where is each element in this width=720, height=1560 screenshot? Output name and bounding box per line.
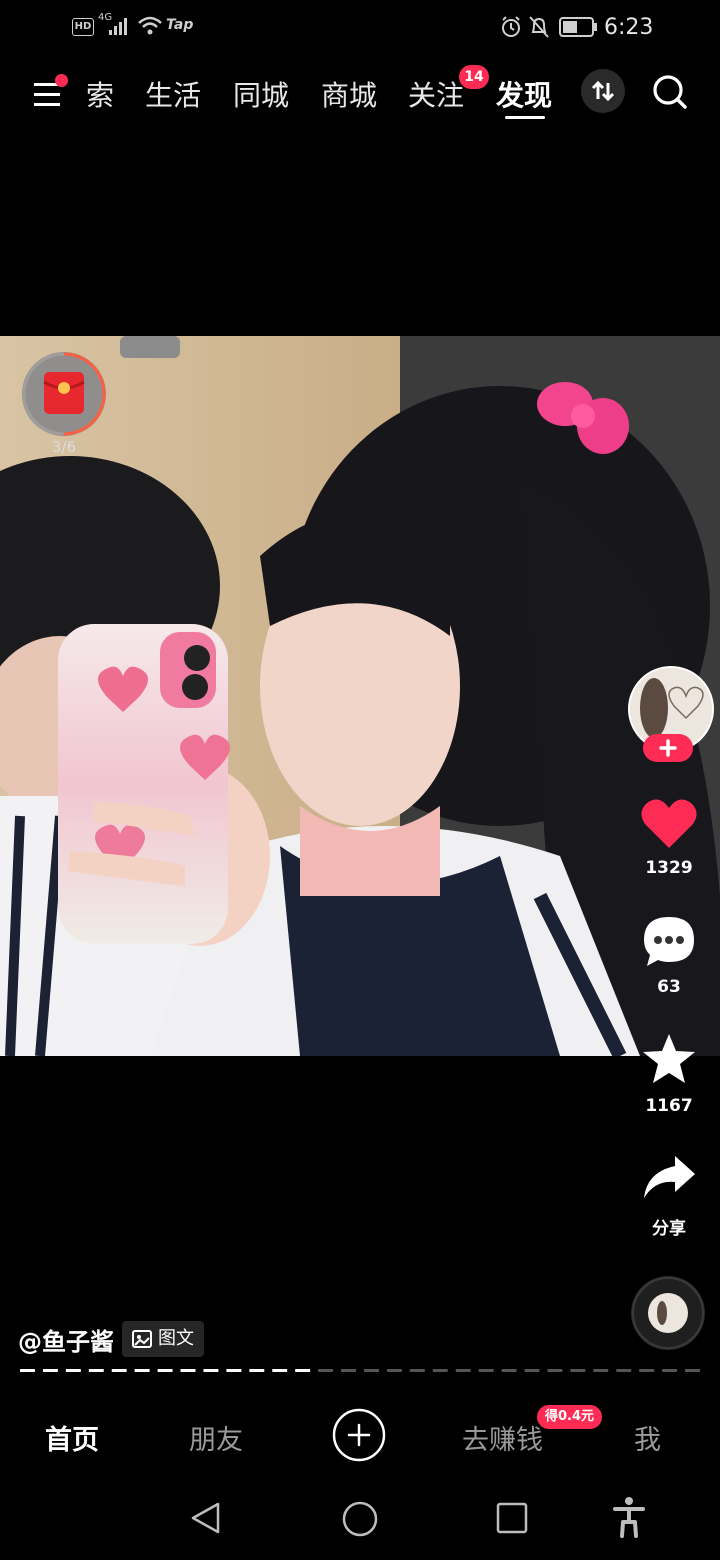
music-disc[interactable] xyxy=(631,1276,705,1350)
hd-icon: HD xyxy=(72,18,94,36)
share-button[interactable] xyxy=(641,1152,697,1204)
back-icon[interactable] xyxy=(188,1500,224,1536)
plus-icon xyxy=(659,739,677,757)
progress-segment xyxy=(409,1369,425,1372)
progress-segment xyxy=(88,1369,104,1372)
recents-icon[interactable] xyxy=(495,1501,529,1535)
tab-life[interactable]: 生活 xyxy=(145,74,201,114)
image-progress-bar xyxy=(20,1369,700,1372)
red-packet-icon xyxy=(43,372,85,414)
accessibility-icon[interactable] xyxy=(612,1496,646,1538)
like-count: 1329 xyxy=(645,858,693,878)
following-badge: 14 xyxy=(459,65,489,89)
system-navigation-bar xyxy=(0,1484,720,1560)
tab-mall[interactable]: 商城 xyxy=(321,74,377,114)
red-packet-count: 3/6 xyxy=(51,438,77,456)
progress-segment xyxy=(20,1369,35,1372)
progress-segment xyxy=(42,1369,58,1372)
progress-segment xyxy=(616,1369,632,1372)
heart-icon xyxy=(641,799,697,848)
switch-button[interactable] xyxy=(581,69,625,113)
music-disc-icon xyxy=(632,1277,704,1349)
progress-segment xyxy=(341,1369,356,1372)
progress-segment xyxy=(157,1369,173,1372)
progress-segment xyxy=(455,1369,471,1372)
progress-segment xyxy=(111,1369,127,1372)
progress-segment xyxy=(570,1369,586,1372)
progress-segment xyxy=(249,1369,265,1372)
progress-segment xyxy=(547,1369,563,1372)
progress-segment xyxy=(524,1369,540,1372)
alarm-icon xyxy=(502,16,520,37)
progress-segment xyxy=(662,1369,678,1372)
comment-button[interactable] xyxy=(641,914,697,970)
post-photo-illustration xyxy=(0,336,720,1056)
author-name[interactable]: @鱼子酱 xyxy=(18,1322,114,1357)
signal-icon xyxy=(109,18,127,35)
progress-segment xyxy=(226,1369,242,1372)
nav-home[interactable]: 首页 xyxy=(45,1418,99,1457)
follow-button[interactable] xyxy=(643,734,693,762)
share-label: 分享 xyxy=(652,1219,686,1239)
post-type-label: 图文 xyxy=(158,1328,194,1349)
progress-segment xyxy=(364,1369,379,1372)
share-icon xyxy=(644,1156,695,1198)
like-button[interactable] xyxy=(639,796,699,852)
tab-discover[interactable]: 发现 xyxy=(496,74,552,114)
notification-dot xyxy=(55,74,68,87)
tab-local[interactable]: 同城 xyxy=(233,74,289,114)
create-button[interactable] xyxy=(332,1408,386,1462)
progress-segment xyxy=(203,1369,219,1372)
search-icon xyxy=(653,75,687,109)
nav-earn[interactable]: 去赚钱 xyxy=(462,1418,543,1457)
progress-segment xyxy=(318,1369,334,1372)
battery-icon xyxy=(559,17,597,37)
wifi-icon xyxy=(138,16,162,35)
plus-circle-icon xyxy=(332,1408,386,1462)
nav-me[interactable]: 我 xyxy=(634,1418,661,1457)
earn-badge: 得0.4元 xyxy=(537,1405,603,1429)
tab-following[interactable]: 关注 xyxy=(408,74,464,114)
progress-segment xyxy=(593,1369,609,1372)
tab-search[interactable]: 索 xyxy=(86,74,114,114)
progress-segment xyxy=(685,1369,700,1372)
progress-segment xyxy=(134,1369,150,1372)
image-icon xyxy=(132,1330,152,1348)
progress-segment xyxy=(478,1369,494,1372)
progress-segment xyxy=(65,1369,81,1372)
favorite-button[interactable] xyxy=(641,1032,697,1088)
progress-segment xyxy=(386,1369,402,1372)
progress-segment xyxy=(272,1369,288,1372)
post-image[interactable] xyxy=(0,336,720,1056)
home-icon[interactable] xyxy=(341,1500,379,1538)
progress-segment xyxy=(180,1369,196,1372)
top-navigation: 索 生活 同城 商城 关注 14 发现 xyxy=(0,56,720,128)
swap-icon xyxy=(591,80,615,102)
post-type-tag: 图文 xyxy=(122,1321,204,1357)
tap-indicator: Tap xyxy=(166,17,194,33)
active-tab-indicator xyxy=(505,116,545,119)
status-bar: HD 4G Tap 6:23 xyxy=(0,0,720,56)
progress-segment xyxy=(639,1369,655,1372)
nav-friends[interactable]: 朋友 xyxy=(189,1418,243,1457)
clock: 6:23 xyxy=(604,15,654,40)
mute-icon xyxy=(529,16,549,38)
comment-icon xyxy=(644,917,694,966)
menu-button[interactable] xyxy=(30,74,68,112)
comment-count: 63 xyxy=(657,977,681,997)
progress-segment xyxy=(295,1369,311,1372)
star-icon xyxy=(643,1034,695,1083)
bottom-navigation: 首页 朋友 去赚钱 得0.4元 我 xyxy=(0,1388,720,1484)
red-packet-widget[interactable] xyxy=(22,352,106,436)
progress-segment xyxy=(432,1369,448,1372)
progress-segment xyxy=(501,1369,517,1372)
favorite-count: 1167 xyxy=(645,1096,693,1116)
search-button[interactable] xyxy=(650,72,690,112)
